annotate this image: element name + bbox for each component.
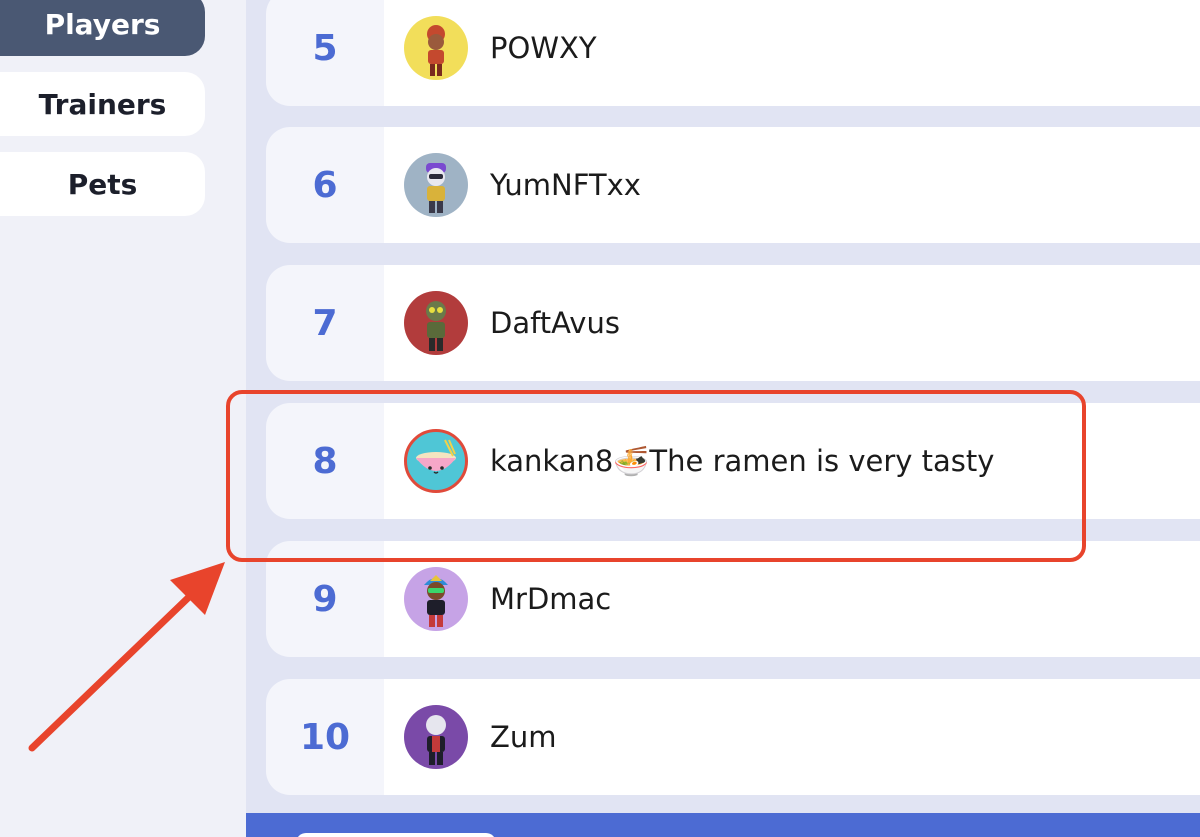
player-name: POWXY — [490, 31, 597, 65]
sidebar-item-trainers[interactable]: Trainers — [0, 72, 205, 136]
rank-number: 8 — [312, 440, 338, 482]
rank-number: 5 — [312, 27, 338, 69]
sidebar-item-label: Trainers — [38, 87, 167, 121]
player-name: Zum — [490, 720, 557, 754]
leaderboard-row[interactable]: 5 POWXY — [266, 0, 1200, 106]
player-name: MrDmac — [490, 582, 612, 616]
bottom-tab[interactable] — [296, 833, 496, 837]
player-avatar-icon — [404, 705, 468, 769]
sidebar-item-players[interactable]: Players — [0, 0, 205, 56]
bottom-bar — [246, 813, 1200, 837]
sidebar: Players Trainers Pets — [0, 0, 246, 837]
rank-number: 9 — [312, 578, 338, 620]
sidebar-item-pets[interactable]: Pets — [0, 152, 205, 216]
player-name: DaftAvus — [490, 306, 620, 340]
leaderboard-row-highlighted[interactable]: 8 kankan8🍜The ramen is very tasty — [266, 403, 1200, 519]
player-avatar-icon — [404, 153, 468, 217]
player-name: YumNFTxx — [490, 168, 641, 202]
leaderboard-row[interactable]: 7 DaftAvus — [266, 265, 1200, 381]
rank-number: 10 — [299, 716, 351, 758]
rank-number: 7 — [312, 302, 338, 344]
sidebar-item-label: Pets — [67, 167, 138, 201]
leaderboard-row[interactable]: 6 YumNFTxx — [266, 127, 1200, 243]
leaderboard-row[interactable]: 10 Zum — [266, 679, 1200, 795]
player-avatar-icon — [404, 291, 468, 355]
leaderboard-row[interactable]: 9 MrDmac — [266, 541, 1200, 657]
sidebar-item-label: Players — [44, 7, 161, 41]
player-name: kankan8🍜The ramen is very tasty — [490, 443, 995, 478]
player-avatar-icon — [404, 567, 468, 631]
player-avatar-icon — [404, 16, 468, 80]
rank-number: 6 — [312, 164, 338, 206]
leaderboard-list: 5 POWXY 6 YumNFTxx 7 DaftAvus 8 kankan8🍜… — [246, 0, 1200, 837]
ramen-avatar-icon — [404, 429, 468, 493]
